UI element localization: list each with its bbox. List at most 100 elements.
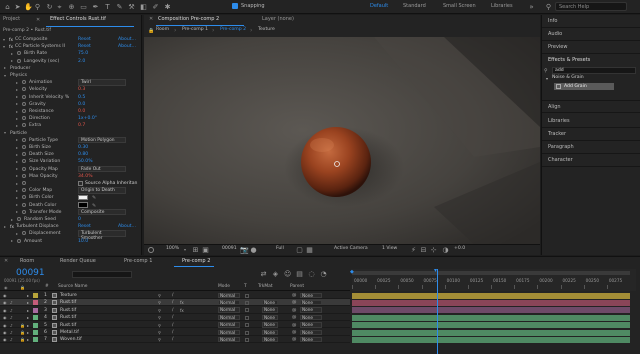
pick-whip-icon[interactable]: @: [292, 308, 296, 313]
fx-switch-icon[interactable]: fx: [180, 308, 184, 313]
stopwatch-icon[interactable]: [17, 58, 21, 63]
eye-icon[interactable]: ◉: [3, 330, 7, 335]
parent-dropdown[interactable]: None: [300, 299, 322, 306]
stopwatch-icon[interactable]: [22, 87, 26, 92]
stopwatch-icon[interactable]: [22, 80, 26, 85]
selection-tool-icon[interactable]: ➤: [14, 3, 21, 11]
trkmat-dropdown[interactable]: None: [262, 329, 278, 335]
layer-name[interactable]: Rust.tif: [60, 300, 76, 305]
home-icon[interactable]: ⌂: [4, 3, 11, 11]
label-color-swatch[interactable]: [33, 315, 38, 321]
parent-dropdown[interactable]: None: [300, 314, 322, 321]
shy-switch-icon[interactable]: ⚲: [158, 337, 161, 342]
mode-dropdown[interactable]: Normal: [218, 329, 240, 335]
workspace-libraries[interactable]: Libraries: [491, 4, 513, 9]
parent-dropdown[interactable]: None: [300, 292, 322, 298]
layer-name[interactable]: Texture: [60, 293, 77, 298]
trkmat-dropdown[interactable]: None: [262, 299, 278, 306]
frame-blending-icon[interactable]: ▤: [296, 270, 303, 278]
reset-link[interactable]: Reset: [78, 224, 91, 229]
stopwatch-icon[interactable]: [22, 202, 26, 207]
property-value[interactable]: 75.0: [78, 51, 88, 56]
property-dropdown[interactable]: Twirl: [78, 79, 126, 86]
quality-switch-icon[interactable]: /: [172, 315, 173, 320]
chevron-right-icon[interactable]: ▸: [16, 166, 18, 171]
eye-icon[interactable]: ◉: [3, 293, 7, 298]
audio-icon[interactable]: ♪: [10, 337, 13, 342]
chevron-right-icon[interactable]: ▸: [11, 58, 13, 63]
property-value[interactable]: 0.80: [78, 152, 88, 157]
chevron-right-icon[interactable]: ▸: [11, 217, 13, 222]
property-row[interactable]: ▸ Death Color ✎: [0, 202, 142, 209]
layer-name[interactable]: Woven.tif: [60, 337, 82, 342]
property-row[interactable]: ▸ Birth Size 0.30: [0, 144, 142, 151]
layer-row[interactable]: ◉ ▸ 1 Texture ⚲ / Normal @ None: [0, 292, 350, 299]
resolution-dropdown[interactable]: Full: [276, 246, 284, 252]
reset-link[interactable]: Reset: [78, 37, 91, 42]
tab-layer[interactable]: Layer (none): [262, 17, 294, 22]
hand-tool-icon[interactable]: ✋: [24, 3, 33, 11]
mode-dropdown[interactable]: Normal: [218, 322, 240, 328]
stopwatch-icon[interactable]: [22, 188, 26, 193]
stopwatch-icon[interactable]: [22, 173, 26, 178]
close-icon[interactable]: ✕: [149, 16, 153, 22]
playhead-line[interactable]: [437, 269, 438, 354]
property-value[interactable]: 50.0%: [78, 159, 93, 164]
layer-row[interactable]: ◉ ♪ ▸ 2 Rust.tif ⚲ / fx Normal None @ None: [0, 299, 350, 307]
checkbox[interactable]: [78, 180, 83, 186]
expand-layer-icon[interactable]: ▸: [27, 330, 29, 335]
trkmat-dropdown[interactable]: None: [262, 336, 278, 343]
chevron-right-icon[interactable]: ▸: [16, 123, 18, 128]
stopwatch-icon[interactable]: [17, 51, 21, 56]
property-dropdown[interactable]: Motion Polygon: [78, 136, 126, 144]
eye-icon[interactable]: ◉: [3, 323, 7, 328]
property-dropdown[interactable]: Fade Out: [78, 165, 126, 173]
trkmat-dropdown[interactable]: None: [262, 307, 278, 313]
property-row[interactable]: ▸ Particle Type Motion Polygon: [0, 136, 142, 144]
chevron-right-icon[interactable]: ▸: [4, 224, 6, 229]
property-value[interactable]: 0.3: [78, 87, 85, 92]
pick-whip-icon[interactable]: @: [292, 337, 296, 342]
shy-switch-icon[interactable]: ⚲: [158, 315, 161, 320]
panel-audio[interactable]: Audio: [542, 28, 640, 41]
stopwatch-icon[interactable]: [22, 137, 26, 142]
eyedropper-icon[interactable]: ✎: [92, 203, 96, 209]
eyedropper-icon[interactable]: ✎: [92, 195, 96, 201]
tab-pre-comp-1[interactable]: Pre-comp 1: [124, 259, 152, 264]
about-link[interactable]: About...: [118, 37, 136, 42]
transparency-grid-icon[interactable]: ▦: [306, 246, 313, 254]
expand-layer-icon[interactable]: ▸: [27, 323, 29, 328]
graph-editor-icon[interactable]: ◔: [320, 270, 327, 278]
panel-libraries[interactable]: Libraries: [542, 115, 640, 128]
brush-tool-icon[interactable]: ✎: [116, 3, 123, 11]
property-row[interactable]: ▾ Particle: [0, 130, 142, 137]
chevron-right-icon[interactable]: ▸: [16, 202, 18, 207]
work-area-bar[interactable]: [352, 271, 630, 275]
eye-icon[interactable]: ◉: [3, 300, 7, 305]
panel-paragraph[interactable]: Paragraph: [542, 141, 640, 154]
draft-3d-icon[interactable]: ◈: [272, 270, 279, 278]
preserve-transparency-checkbox[interactable]: [245, 330, 249, 335]
property-row[interactable]: ▸ Longevity (sec) 2.0: [0, 58, 142, 65]
chevron-right-icon[interactable]: ▸: [16, 231, 18, 236]
preserve-transparency-checkbox[interactable]: [245, 323, 249, 328]
property-value[interactable]: 0: [78, 217, 81, 222]
type-tool-icon[interactable]: T: [104, 3, 111, 11]
property-row[interactable]: ▾ Physics: [0, 72, 142, 79]
layer-row[interactable]: ◉ ♪ ▸ 3 Rust.tif ⚲ / fx Normal None @ None: [0, 307, 350, 314]
viewer-timecode[interactable]: 00091: [222, 246, 237, 252]
layer-duration-bar[interactable]: [352, 336, 630, 344]
chevron-right-icon[interactable]: ▸: [16, 209, 18, 214]
pick-whip-icon[interactable]: @: [292, 323, 296, 328]
trkmat-dropdown[interactable]: None: [262, 322, 278, 328]
fast-previews-icon[interactable]: ⚡: [410, 246, 417, 254]
tab-project[interactable]: Project: [3, 17, 20, 22]
snapping-checkbox[interactable]: [232, 3, 238, 9]
layer-row[interactable]: ◉ ♪ 🔒 ▸ 5 Rust.tif ⚲ / Normal None @ None: [0, 322, 350, 329]
layer-row[interactable]: ◉ ♪ 🔒 ▸ 7 Woven.tif ⚲ / Normal None @ None: [0, 336, 350, 344]
eye-icon[interactable]: ◉: [3, 308, 7, 313]
layer-row[interactable]: ◉ ♪ ▸ 4 Rust.tif ⚲ / Normal None @ None: [0, 314, 350, 321]
property-value[interactable]: 10.0: [78, 239, 88, 244]
stopwatch-icon[interactable]: [22, 166, 26, 171]
tab-room[interactable]: Room: [20, 259, 34, 264]
